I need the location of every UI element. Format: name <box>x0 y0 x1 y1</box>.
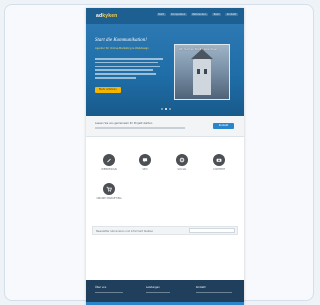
newsletter-bar: Newsletter abonnieren und informiert ble… <box>92 226 238 235</box>
slider-dot[interactable] <box>169 108 171 110</box>
chat-icon <box>139 154 151 166</box>
nav-item-start[interactable]: Start <box>156 13 166 16</box>
hero-more-button[interactable]: Mehr erfahren <box>95 87 121 93</box>
nav-item-kompetenz[interactable]: Kompetenz <box>169 13 187 16</box>
contact-banner: Lassen Sie uns gemeinsam Ihr Projekt sta… <box>86 116 244 137</box>
feature-label: WEBDESIGN <box>101 168 117 171</box>
pen-icon <box>103 154 115 166</box>
newsletter-text: Newsletter abonnieren und informiert ble… <box>96 229 154 233</box>
hero-body-text <box>95 58 163 81</box>
feature-label: SEO <box>142 168 148 171</box>
site-footer: Über uns Leistungen Kontakt <box>86 280 244 305</box>
feature-label: ONLINE MARKETING <box>96 197 122 200</box>
camera-icon <box>213 154 225 166</box>
feature-social[interactable]: SOCIAL <box>169 154 195 171</box>
banner-contact-button[interactable]: Kontakt <box>213 123 234 129</box>
newsletter-input[interactable] <box>189 228 235 233</box>
nav-item-team[interactable]: Team <box>211 13 222 16</box>
feature-webdesign[interactable]: WEBDESIGN <box>96 154 122 171</box>
feature-label: SOCIAL <box>177 168 187 171</box>
slider-dot-active[interactable] <box>165 108 167 110</box>
feature-online-marketing[interactable]: ONLINE MARKETING <box>96 183 122 200</box>
footer-column: Leistungen <box>146 286 170 293</box>
website-screenshot: adkyken Start Kompetenz Referenzen Team … <box>86 8 244 305</box>
nav-item-kontakt[interactable]: Kontakt <box>225 13 238 16</box>
cart-icon <box>103 183 115 195</box>
hero-subtitle: Agentur für Online-Marketing & Webdesign <box>95 47 149 50</box>
footer-column: Kontakt <box>196 286 232 293</box>
hero-photo: Wir machen Städte lebendiger <box>174 44 230 100</box>
feature-seo[interactable]: SEO <box>132 154 158 171</box>
tower-image <box>191 49 213 95</box>
hero-section: Start die Kommunikation! Agentur für Onl… <box>86 24 244 116</box>
footer-heading: Kontakt <box>196 286 206 289</box>
gear-icon <box>176 154 188 166</box>
site-logo[interactable]: adkyken <box>96 13 117 19</box>
hero-title: Start die Kommunikation! <box>95 38 147 43</box>
slider-dot[interactable] <box>161 108 163 110</box>
footer-heading: Über uns <box>95 286 107 289</box>
footer-column: Über uns <box>95 286 123 293</box>
footer-heading: Leistungen <box>146 286 160 289</box>
slider-dots <box>161 108 171 110</box>
site-header: adkyken Start Kompetenz Referenzen Team … <box>86 8 244 24</box>
feature-label: CONTENT <box>212 168 226 171</box>
banner-text: Lassen Sie uns gemeinsam Ihr Projekt sta… <box>95 122 153 125</box>
feature-content[interactable]: CONTENT <box>206 154 232 171</box>
nav-item-referenzen[interactable]: Referenzen <box>190 13 208 16</box>
banner-subtext <box>95 127 185 129</box>
main-nav: Start Kompetenz Referenzen Team Kontakt <box>156 13 238 16</box>
logo-suffix: kyken <box>102 13 118 19</box>
